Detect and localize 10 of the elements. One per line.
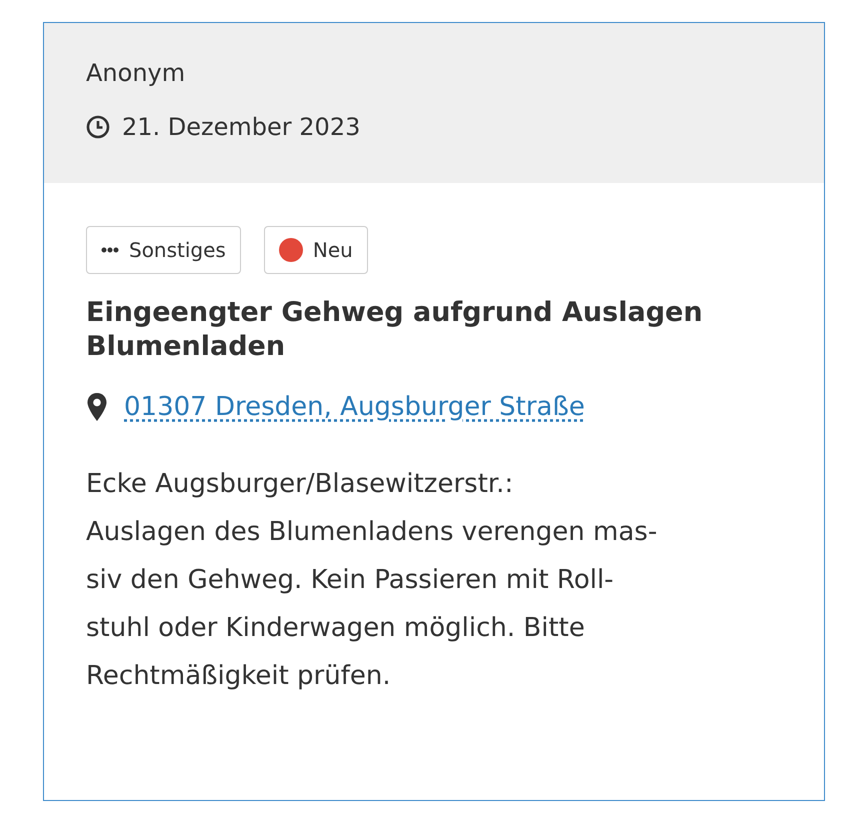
report-description: Ecke Augsburger/Blasewitzerstr.: Auslagen des Blumenladens verengen mas- siv den Gehweg. Kein Passieren mit Roll- stuhl oder Kinderwagen möglich. Bitte Rechtmäßigkeit prüfen. xyxy=(86,468,658,693)
author-name: Anonym xyxy=(86,58,186,89)
dots-icon xyxy=(101,247,119,253)
report-date: 21. Dezember 2023 xyxy=(122,112,360,143)
location-pin-icon xyxy=(86,392,108,422)
report-title: Eingeengter Gehweg aufgrund Auslagen Blumenladen xyxy=(86,296,704,364)
clock-icon xyxy=(86,115,110,139)
location-link[interactable]: 01307 Dresden, Augsburger Straße xyxy=(124,390,585,424)
tag-label: Neu xyxy=(312,237,353,264)
tag-label: Sonstiges xyxy=(129,237,226,264)
